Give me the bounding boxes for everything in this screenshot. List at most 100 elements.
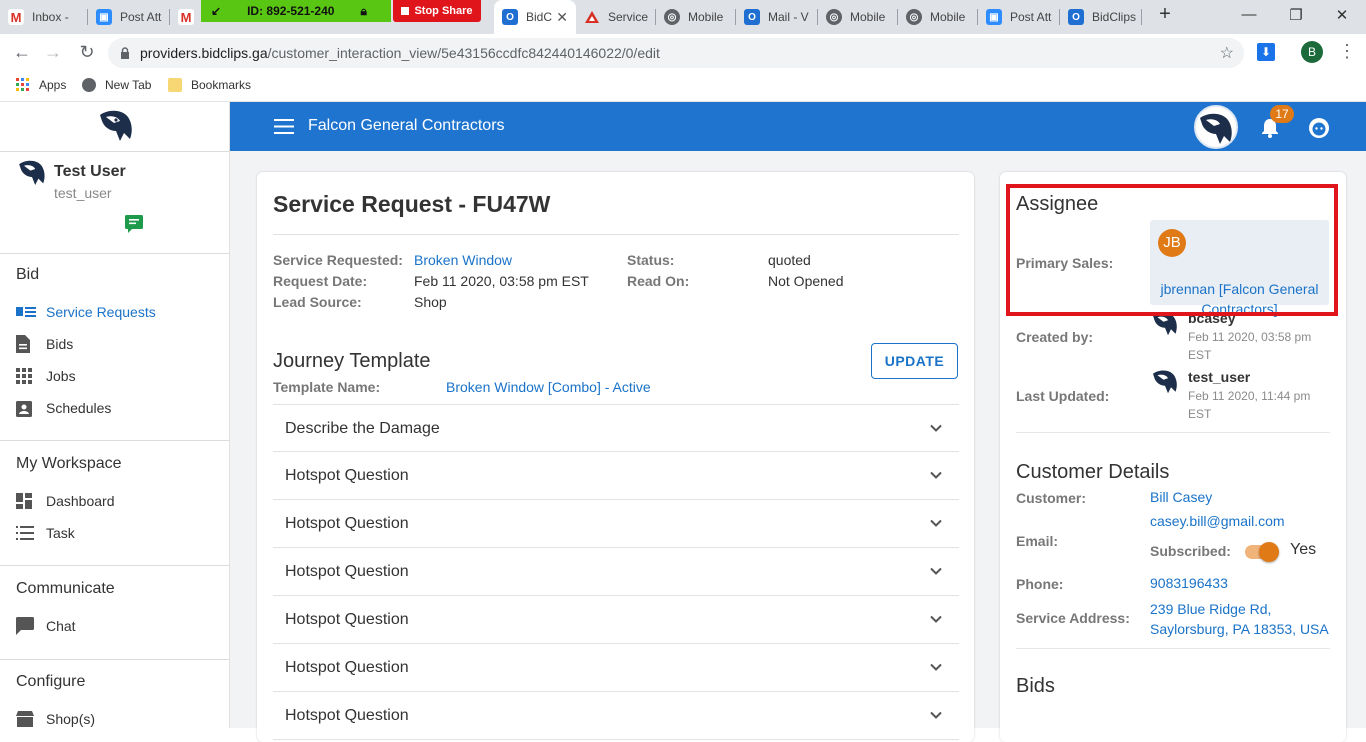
section-communicate: Communicate [16, 580, 115, 597]
zoom-icon: ▣ [96, 9, 112, 25]
browser-tab[interactable]: ◎ Mobile [818, 0, 898, 34]
sidebar-item-chat[interactable]: Chat [16, 617, 76, 635]
company-logo-avatar[interactable] [1194, 105, 1238, 149]
browser-tab[interactable]: ◎ Mobile [656, 0, 736, 34]
sidebar-item-task[interactable]: Task [16, 524, 75, 542]
section-bid: Bid [16, 266, 40, 283]
accordion-item[interactable]: Hotspot Question [273, 596, 959, 644]
user-avatar [19, 160, 45, 185]
accordion-item[interactable]: Hotspot Question [273, 452, 959, 500]
customer-link[interactable]: Bill Casey [1150, 489, 1212, 505]
globe-icon: ◎ [826, 9, 842, 25]
dashboard-icon [16, 492, 38, 510]
phone-label: Phone: [1016, 576, 1064, 592]
sidebar-item-dashboard[interactable]: Dashboard [16, 492, 115, 510]
browser-tab[interactable]: Service [576, 0, 656, 34]
created-by-date: Feb 11 2020, 03:58 pm EST [1188, 330, 1312, 362]
star-icon[interactable]: ☆ [1220, 43, 1234, 63]
new-tab-button[interactable]: + [1154, 3, 1176, 26]
subscribed-label: Subscribed: [1150, 543, 1231, 559]
browser-tab[interactable]: O Mail - V [736, 0, 818, 34]
falcon-logo [100, 110, 132, 141]
service-requested-label: Service Requested: [273, 252, 403, 268]
forward-arrow-icon[interactable]: → [42, 42, 64, 63]
browser-tab[interactable]: M Inbox - [0, 0, 88, 34]
browser-tab[interactable]: ◎ Mobile [898, 0, 978, 34]
lock-icon [121, 47, 129, 59]
service-requested-link[interactable]: Broken Window [414, 252, 512, 268]
globe-icon: ◎ [664, 9, 680, 25]
service-request-card: Service Request - FU47W Service Requeste… [257, 172, 974, 742]
accordion-item[interactable]: Hotspot Question [273, 692, 959, 740]
browser-tab-active[interactable]: O BidC ✕ [494, 0, 576, 34]
subscribed-toggle[interactable] [1245, 542, 1279, 562]
service-icon [584, 9, 600, 25]
maximize-button[interactable]: ❐ [1285, 6, 1307, 24]
highlight-box [1006, 184, 1338, 316]
browser-tab[interactable]: ▣ Post Att [978, 0, 1060, 34]
sidebar-item-jobs[interactable]: Jobs [16, 367, 76, 385]
sidebar: Test User test_user Bid Service Requests… [0, 102, 230, 728]
bookmark-apps[interactable]: Apps [16, 78, 66, 92]
chevron-down-icon [930, 471, 942, 479]
bookmarks-bar: Apps New Tab Bookmarks [0, 72, 1366, 102]
sidebar-item-shops[interactable]: Shop(s) [16, 710, 95, 728]
folder-icon [168, 78, 182, 92]
close-window-button[interactable]: ✕ [1331, 6, 1353, 24]
outlook-icon: O [502, 9, 518, 25]
screen-share-bar[interactable]: ↙ ID: 892-521-240 🔒︎ [201, 0, 391, 22]
shop-icon [16, 710, 38, 728]
chevron-down-icon [930, 567, 942, 575]
service-address-link[interactable]: 239 Blue Ridge Rd, Saylorsburg, PA 18353… [1150, 599, 1329, 639]
reload-icon[interactable]: ↻ [76, 42, 98, 63]
gmail-icon: M [8, 9, 24, 25]
bids-heading: Bids [1016, 675, 1055, 697]
chevron-down-icon [930, 519, 942, 527]
accordion-item[interactable]: Hotspot Question [273, 644, 959, 692]
chevron-down-icon [930, 711, 942, 719]
updated-by-name: test_user [1188, 369, 1251, 385]
close-tab-icon[interactable]: ✕ [556, 9, 568, 26]
chrome-menu-icon[interactable]: ⋮ [1338, 41, 1356, 62]
updater-avatar [1153, 370, 1177, 394]
minimize-button[interactable]: — [1238, 6, 1260, 23]
phone-link[interactable]: 9083196433 [1150, 575, 1228, 591]
address-bar[interactable]: providers.bidclips.ga/customer_interacti… [108, 38, 1244, 68]
bookmark-new-tab[interactable]: New Tab [82, 78, 151, 92]
last-updated-label: Last Updated: [1016, 388, 1110, 404]
chat-icon [16, 617, 38, 635]
journey-template-heading: Journey Template [273, 350, 431, 372]
accordion-item[interactable]: Hotspot Question [273, 548, 959, 596]
accordion-item[interactable]: Hotspot Question [273, 500, 959, 548]
update-button[interactable]: UPDATE [871, 343, 958, 379]
browser-tab[interactable]: M [170, 0, 202, 34]
status-label: Status: [627, 252, 675, 268]
profile-avatar[interactable]: B [1301, 41, 1323, 63]
browser-tab[interactable]: ▣ Post Att [88, 0, 170, 34]
back-arrow-icon[interactable]: ← [11, 42, 33, 63]
sidebar-item-bids[interactable]: Bids [16, 335, 73, 353]
download-extension-icon[interactable]: ⬇ [1257, 43, 1275, 61]
message-icon[interactable] [124, 214, 144, 234]
customer-label: Customer: [1016, 490, 1087, 506]
email-label: Email: [1016, 533, 1059, 549]
accordion-item[interactable]: Describe the Damage [273, 404, 959, 452]
template-name-link[interactable]: Broken Window [Combo] - Active [446, 379, 651, 395]
list-icon [16, 303, 38, 321]
lead-source-value: Shop [414, 294, 447, 310]
hamburger-menu-icon[interactable] [274, 119, 294, 134]
created-by-label: Created by: [1016, 329, 1094, 345]
bookmark-folder[interactable]: Bookmarks [168, 78, 251, 92]
face-account-icon[interactable] [1308, 117, 1330, 139]
chevron-down-icon [930, 615, 942, 623]
browser-tab[interactable]: O BidClips [1060, 0, 1142, 34]
app-header: Falcon General Contractors 17 [230, 102, 1366, 151]
lead-source-label: Lead Source: [273, 294, 362, 310]
stop-share-button[interactable]: Stop Share [393, 0, 481, 22]
section-configure: Configure [16, 673, 86, 690]
chevron-down-icon [930, 663, 942, 671]
sidebar-item-schedules[interactable]: Schedules [16, 399, 111, 417]
sidebar-item-service-requests[interactable]: Service Requests [16, 303, 156, 321]
email-link[interactable]: casey.bill@gmail.com [1150, 513, 1285, 529]
document-icon [16, 335, 38, 353]
